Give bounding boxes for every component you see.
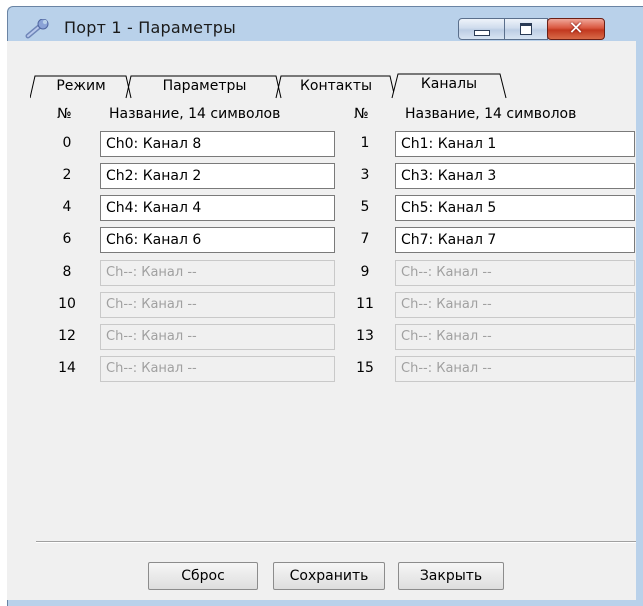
tab-contacts[interactable]: Контакты: [282, 75, 390, 97]
channel-name-field-disabled: Ch--: Канал --: [395, 292, 635, 318]
tab-mode[interactable]: Режим: [36, 75, 126, 97]
channel-name-field[interactable]: Ch2: Канал 2: [100, 163, 335, 189]
channel-number: 11: [356, 296, 374, 312]
wrench-icon: [25, 19, 49, 39]
window-title: Порт 1 - Параметры: [64, 18, 236, 37]
channel-name-field[interactable]: Ch3: Канал 3: [395, 163, 635, 189]
tab-strip: Режим Параметры Контакты Каналы: [30, 73, 550, 99]
channel-name-field-disabled: Ch--: Канал --: [395, 324, 635, 350]
channel-number: 7: [360, 231, 370, 247]
channel-name-field-disabled: Ch--: Канал --: [100, 324, 335, 350]
channel-name-field[interactable]: Ch5: Канал 5: [395, 195, 635, 221]
num-header-left: №: [57, 106, 72, 122]
channel-name-field[interactable]: Ch4: Канал 4: [100, 195, 335, 221]
maximize-button[interactable]: [504, 18, 548, 40]
maximize-icon: [520, 23, 532, 35]
channel-name-field-disabled: Ch--: Канал --: [395, 356, 635, 382]
channel-number: 1: [360, 135, 370, 151]
channel-name-field-disabled: Ch--: Канал --: [100, 292, 335, 318]
close-icon: ✕: [568, 18, 584, 39]
channel-name-field[interactable]: Ch6: Канал 6: [100, 227, 335, 253]
minimize-button[interactable]: [458, 18, 505, 40]
channel-name-field[interactable]: Ch0: Канал 8: [100, 131, 335, 157]
channel-number: 2: [62, 167, 72, 183]
tab-channels[interactable]: Каналы: [398, 73, 500, 98]
tab-parameters[interactable]: Параметры: [132, 75, 277, 97]
close-window-button[interactable]: ✕: [547, 18, 605, 40]
channel-number: 8: [62, 264, 72, 280]
minimize-icon: [473, 30, 490, 36]
channel-number: 14: [58, 360, 76, 376]
name-header-right: Название, 14 символов: [405, 106, 577, 122]
channel-number: 9: [360, 264, 370, 280]
client-area: [7, 41, 636, 600]
name-header-left: Название, 14 символов: [109, 106, 281, 122]
reset-button[interactable]: Сброс: [148, 562, 258, 590]
channel-name-field[interactable]: Ch7: Канал 7: [395, 227, 635, 253]
channel-number: 4: [62, 199, 72, 215]
num-header-right: №: [354, 106, 369, 122]
bottom-separator: [36, 541, 636, 543]
channel-name-field[interactable]: Ch1: Канал 1: [395, 131, 635, 157]
channel-number: 12: [58, 328, 76, 344]
channel-name-field-disabled: Ch--: Канал --: [100, 260, 335, 286]
close-button[interactable]: Закрыть: [398, 562, 504, 590]
channel-number: 15: [356, 360, 374, 376]
channel-number: 10: [58, 296, 76, 312]
channel-number: 3: [360, 167, 370, 183]
channel-number: 0: [62, 135, 72, 151]
channel-number: 13: [356, 328, 374, 344]
save-button[interactable]: Сохранить: [273, 562, 385, 590]
channel-name-field-disabled: Ch--: Канал --: [395, 260, 635, 286]
channel-name-field-disabled: Ch--: Канал --: [100, 356, 335, 382]
channel-number: 6: [62, 231, 72, 247]
channel-number: 5: [360, 199, 370, 215]
